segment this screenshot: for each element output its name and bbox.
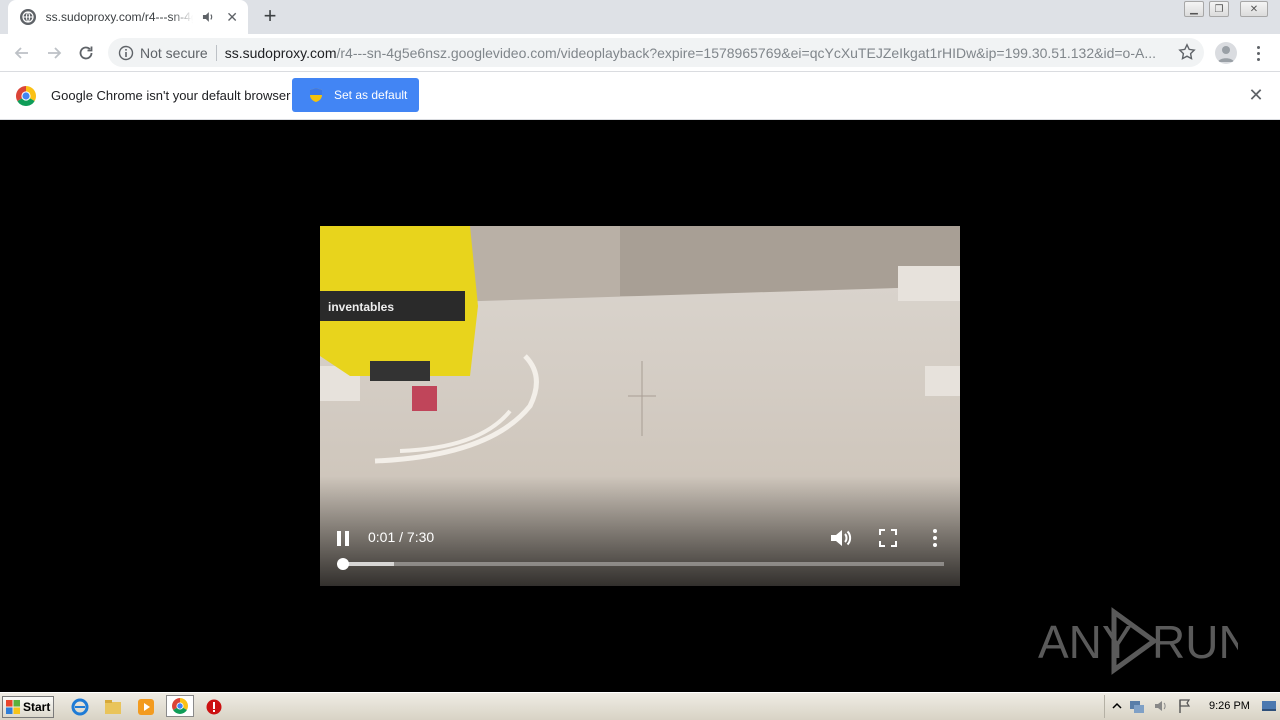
- video-overlay-brand: inventables: [328, 300, 394, 314]
- profile-avatar[interactable]: [1215, 42, 1237, 64]
- window-close-button[interactable]: ✕: [1240, 0, 1268, 18]
- browser-toolbar: Not secure ss.sudoproxy.com/r4---sn-4g5e…: [0, 34, 1280, 72]
- time-display: 0:01 / 7:30: [368, 529, 435, 545]
- start-button[interactable]: Start: [2, 696, 54, 718]
- file-explorer-icon[interactable]: [103, 697, 123, 717]
- minimize-button[interactable]: ▁: [1183, 0, 1205, 18]
- restore-button[interactable]: ❐: [1208, 0, 1230, 18]
- windows-taskbar: Start 9:26 PM: [0, 692, 1280, 720]
- more-options-button[interactable]: [926, 526, 944, 550]
- system-tray: 9:26 PM: [1104, 695, 1280, 718]
- tab-title: ss.sudoproxy.com/r4---sn-4g5e6nsz.google…: [45, 10, 193, 24]
- bookmark-star-icon[interactable]: [1178, 43, 1196, 61]
- anyrun-watermark: ANY RUN: [1038, 607, 1238, 675]
- address-bar[interactable]: Not secure ss.sudoproxy.com/r4---sn-4g5e…: [108, 38, 1204, 67]
- watermark-left-text: ANY: [1038, 616, 1133, 668]
- video-player[interactable]: inventables 0:01 / 7:30: [320, 226, 960, 586]
- page-content: inventables 0:01 / 7:30 ANY RUN: [0, 120, 1280, 692]
- stop-sign-icon[interactable]: [204, 697, 224, 717]
- url-path: /r4---sn-4g5e6nsz.googlevideo.com/videop…: [336, 44, 1156, 61]
- start-label: Start: [23, 700, 51, 714]
- audio-playing-icon[interactable]: [201, 10, 215, 24]
- chrome-logo-icon: [16, 86, 36, 106]
- url-text[interactable]: ss.sudoproxy.com/r4---sn-4g5e6nsz.google…: [225, 45, 1160, 61]
- chrome-icon: [172, 698, 188, 714]
- tab-strip: ss.sudoproxy.com/r4---sn-4g5e6nsz.google…: [0, 0, 1280, 34]
- network-icon[interactable]: [1129, 698, 1145, 714]
- reload-icon: [79, 46, 93, 60]
- security-label[interactable]: Not secure: [140, 45, 208, 61]
- fullscreen-icon: [879, 529, 897, 547]
- seek-bar[interactable]: [337, 558, 944, 570]
- show-hidden-icons-icon[interactable]: [1109, 698, 1125, 714]
- default-browser-infobar: Google Chrome isn't your default browser…: [0, 72, 1280, 120]
- taskbar-clock[interactable]: 9:26 PM: [1209, 700, 1250, 712]
- restore-icon: ❐: [1209, 1, 1229, 17]
- volume-button[interactable]: [828, 526, 854, 550]
- set-as-default-label: Set as default: [334, 88, 408, 102]
- volume-icon: [831, 530, 852, 546]
- back-button[interactable]: [9, 40, 35, 66]
- fullscreen-button[interactable]: [876, 526, 900, 550]
- person-icon: [1218, 46, 1234, 62]
- url-host: ss.sudoproxy.com: [224, 44, 337, 61]
- tab-close-icon[interactable]: ✕: [224, 9, 240, 25]
- volume-tray-icon[interactable]: [1153, 698, 1169, 714]
- internet-explorer-icon[interactable]: [70, 697, 90, 717]
- chrome-taskbar-button[interactable]: [166, 695, 194, 717]
- pause-button[interactable]: [332, 526, 354, 550]
- omnibox-separator: [215, 44, 217, 61]
- media-player-icon[interactable]: [136, 697, 156, 717]
- browser-tab[interactable]: ss.sudoproxy.com/r4---sn-4g5e6nsz.google…: [8, 0, 248, 34]
- infobar-message: Google Chrome isn't your default browser: [51, 88, 291, 103]
- windows-flag-icon: [6, 700, 20, 714]
- set-as-default-button[interactable]: Set as default: [292, 78, 419, 112]
- minimize-icon: ▁: [1184, 1, 1204, 17]
- new-tab-button[interactable]: +: [258, 3, 282, 28]
- forward-button[interactable]: [41, 40, 67, 66]
- reload-button[interactable]: [73, 40, 99, 66]
- show-desktop-icon[interactable]: [1261, 698, 1277, 714]
- window-close-icon: ✕: [1240, 1, 1268, 17]
- watermark-right-text: RUN: [1152, 616, 1238, 668]
- chrome-menu-icon[interactable]: [1248, 42, 1268, 64]
- arrow-left-icon: [14, 47, 28, 59]
- action-center-flag-icon[interactable]: [1177, 698, 1193, 714]
- infobar-close-icon[interactable]: ✕: [1247, 85, 1265, 105]
- uac-shield-icon: [310, 88, 322, 102]
- info-icon[interactable]: [118, 45, 134, 61]
- arrow-right-icon: [48, 47, 62, 59]
- globe-icon: [20, 9, 36, 25]
